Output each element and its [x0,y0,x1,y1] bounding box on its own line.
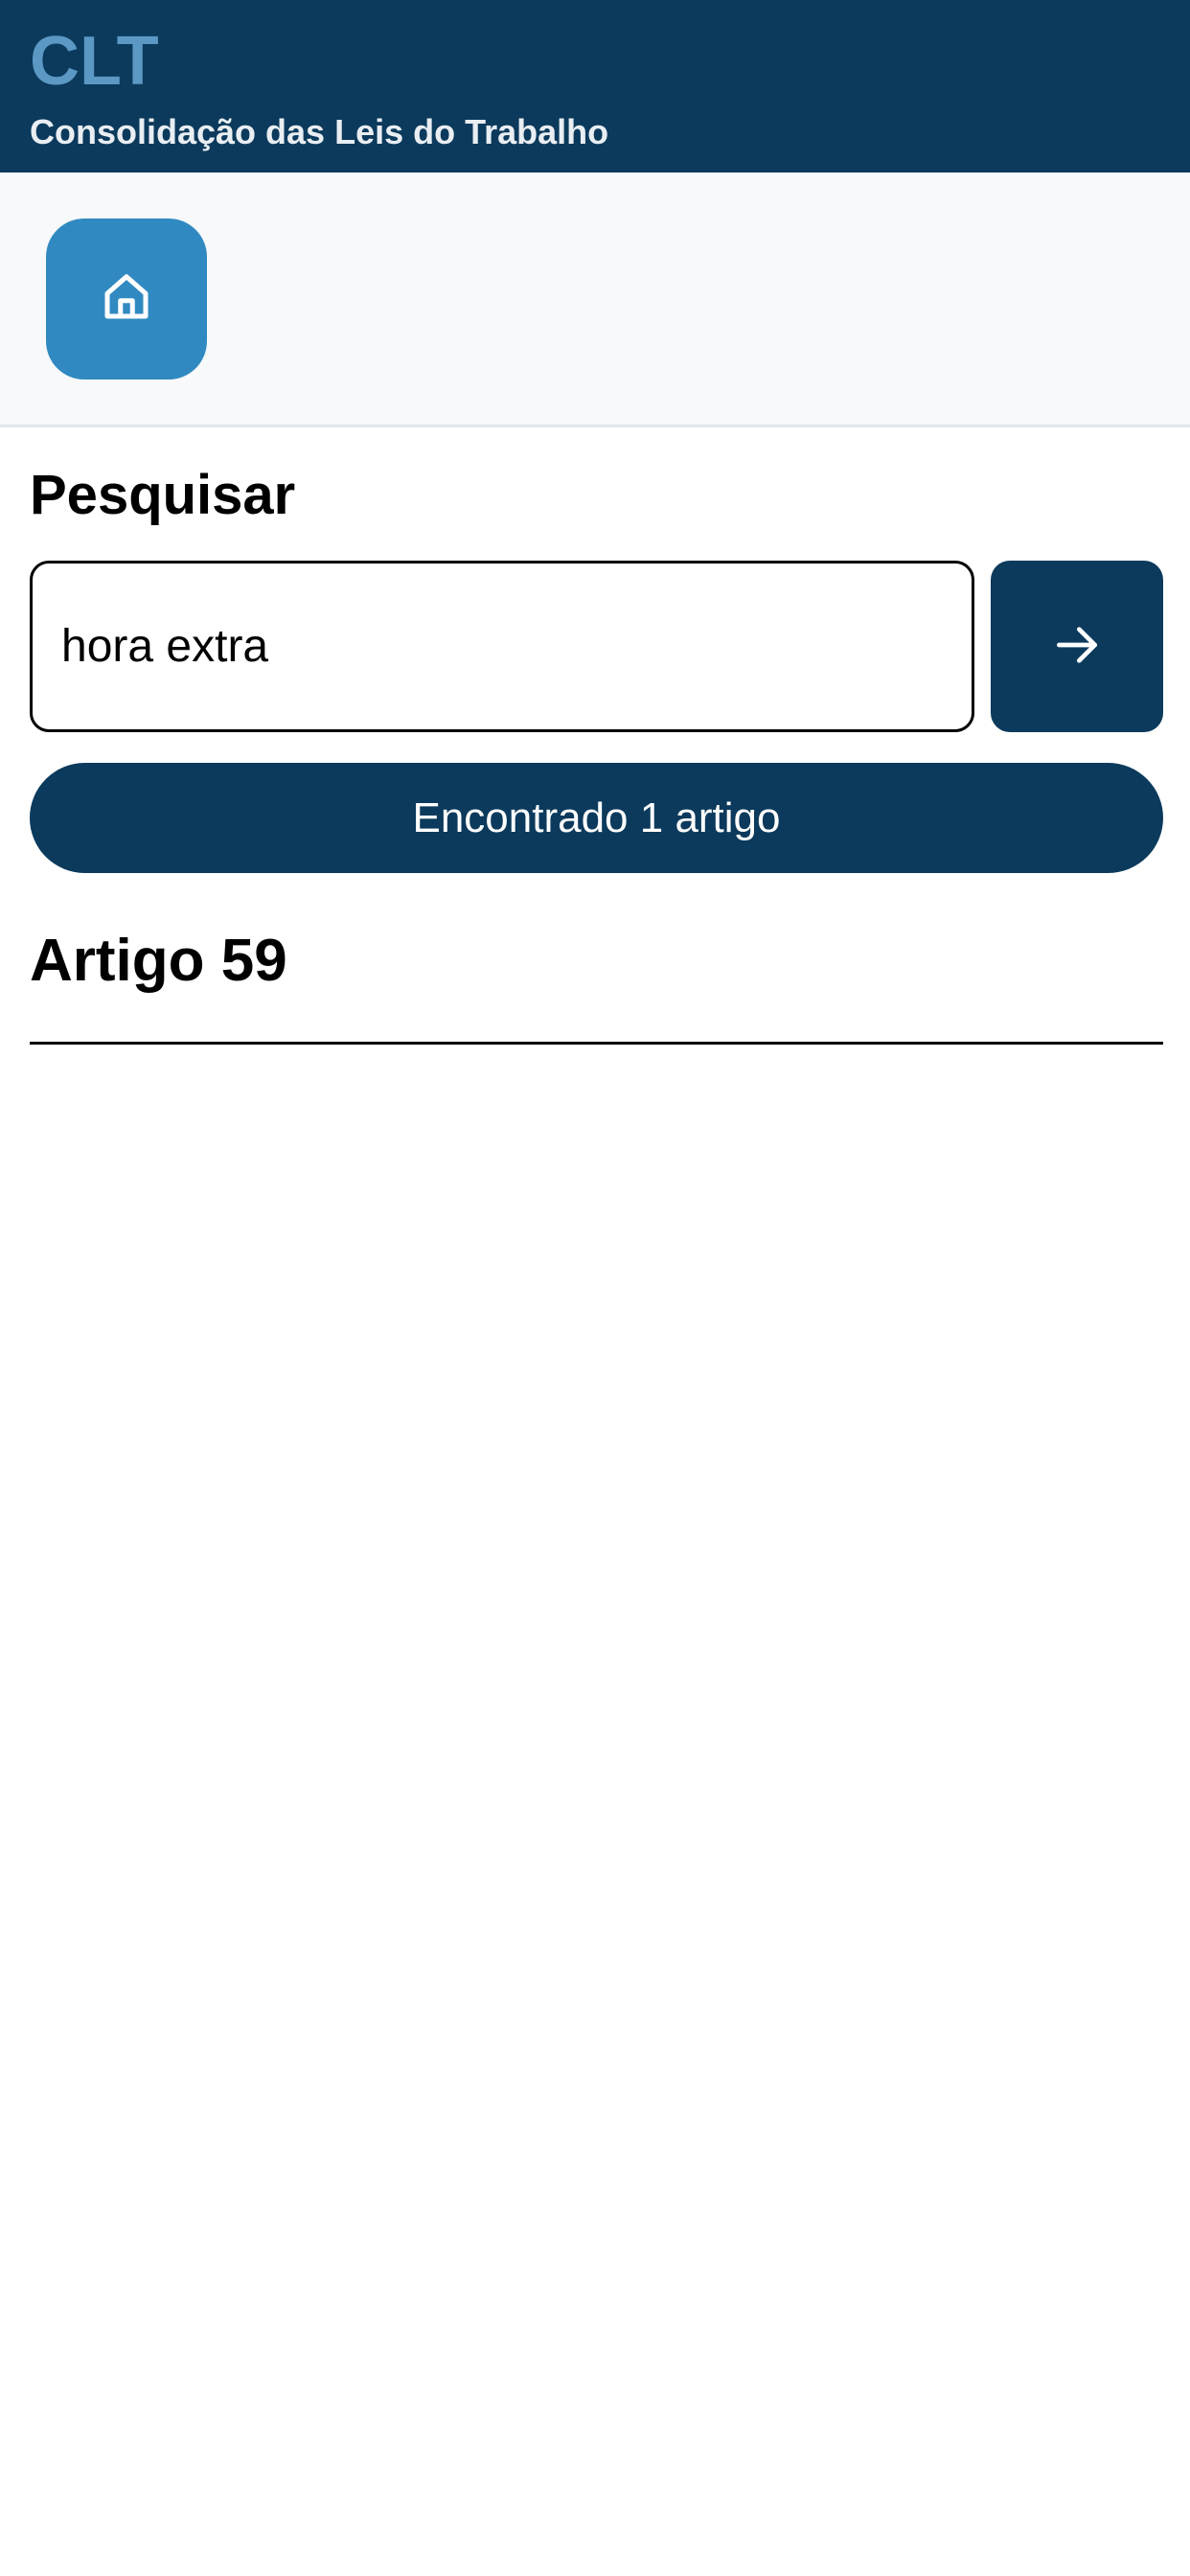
home-icon [98,268,155,331]
result-item-artigo-59[interactable]: Artigo 59 [30,920,1163,1045]
results-count-badge: Encontrado 1 artigo [30,763,1163,873]
search-input[interactable] [30,561,974,732]
result-item-title: Artigo 59 [30,928,287,994]
search-title: Pesquisar [30,464,296,526]
search-submit-button[interactable] [991,561,1163,732]
toolbar [0,172,1190,427]
arrow-right-icon [1050,618,1104,675]
app-title: CLT [30,23,159,100]
home-button[interactable] [46,218,207,380]
app-header: CLT Consolidação das Leis do Trabalho [0,0,1190,172]
app-subtitle: Consolidação das Leis do Trabalho [30,112,609,151]
